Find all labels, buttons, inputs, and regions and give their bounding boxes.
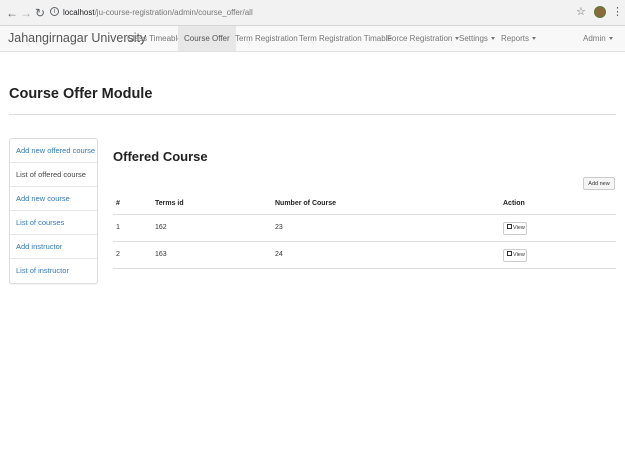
- add-new-button[interactable]: Add new: [583, 177, 615, 190]
- column-header: Action: [503, 200, 525, 207]
- address-bar[interactable]: localhost/ju-course-registration/admin/c…: [63, 5, 253, 21]
- menu-kebab-icon[interactable]: ⋮: [612, 5, 623, 18]
- nav-label: Settings: [459, 34, 488, 43]
- term-id-cell: 163: [155, 251, 167, 258]
- column-header: #: [116, 200, 120, 207]
- nav-settings[interactable]: Settings: [453, 26, 501, 51]
- row-number: 1: [116, 224, 120, 231]
- sidebar-item-add-offered-course[interactable]: Add new offered course: [10, 139, 97, 163]
- site-info-icon[interactable]: i: [50, 7, 59, 16]
- edit-icon: [507, 224, 512, 230]
- table-row: 2 163 24 View: [113, 242, 616, 269]
- page-title: Course Offer Module: [9, 86, 153, 102]
- reload-icon[interactable]: ↻: [35, 5, 45, 21]
- url-path: /ju-course-registration/admin/course_off…: [94, 8, 253, 17]
- column-header: Terms id: [155, 200, 184, 207]
- forward-arrow-icon[interactable]: →: [20, 5, 32, 21]
- sidebar-item-list-offered-course[interactable]: List of offered course: [10, 163, 97, 187]
- browser-toolbar: ← → ↻ i localhost/ju-course-registration…: [0, 0, 625, 26]
- view-label: View: [513, 225, 525, 231]
- course-count-cell: 24: [275, 251, 283, 258]
- profile-avatar[interactable]: [594, 6, 606, 18]
- course-count-cell: 23: [275, 224, 283, 231]
- nav-label: Reports: [501, 34, 530, 43]
- table-header-row: # Terms id Number of Course Action: [113, 193, 616, 215]
- nav-label: Admin: [583, 34, 606, 43]
- sidebar-item-list-courses[interactable]: List of courses: [10, 211, 97, 235]
- nav-label: Term Registration Timable: [299, 34, 392, 43]
- nav-course-offer[interactable]: Course Offer: [178, 26, 236, 51]
- navbar: Jahangirnagar University Class Timeable …: [0, 26, 625, 52]
- sidebar: Add new offered course List of offered c…: [9, 138, 98, 284]
- divider: [9, 114, 616, 115]
- nav-label: Course Offer: [184, 34, 230, 43]
- nav-reports[interactable]: Reports: [495, 26, 542, 51]
- offered-course-table: # Terms id Number of Course Action 1 162…: [113, 193, 616, 269]
- chevron-down-icon: [608, 37, 613, 41]
- nav-label: Term Registration: [235, 34, 298, 43]
- chevron-down-icon: [532, 37, 537, 41]
- sidebar-item-list-instructor[interactable]: List of instructor: [10, 259, 97, 283]
- view-button[interactable]: View: [503, 222, 527, 235]
- nav-label: Force Registration: [387, 34, 453, 43]
- back-arrow-icon[interactable]: ←: [6, 5, 18, 21]
- sidebar-item-add-course[interactable]: Add new course: [10, 187, 97, 211]
- column-header: Number of Course: [275, 200, 337, 207]
- view-label: View: [513, 252, 525, 258]
- edit-icon: [507, 251, 512, 257]
- bookmark-star-icon[interactable]: ☆: [576, 5, 586, 18]
- url-host: localhost: [63, 8, 95, 17]
- row-number: 2: [116, 251, 120, 258]
- nav-label: Class Timeable: [127, 34, 182, 43]
- term-id-cell: 162: [155, 224, 167, 231]
- nav-admin[interactable]: Admin: [577, 26, 619, 51]
- view-button[interactable]: View: [503, 249, 527, 262]
- section-title: Offered Course: [113, 149, 208, 164]
- sidebar-item-add-instructor[interactable]: Add instructor: [10, 235, 97, 259]
- table-row: 1 162 23 View: [113, 215, 616, 242]
